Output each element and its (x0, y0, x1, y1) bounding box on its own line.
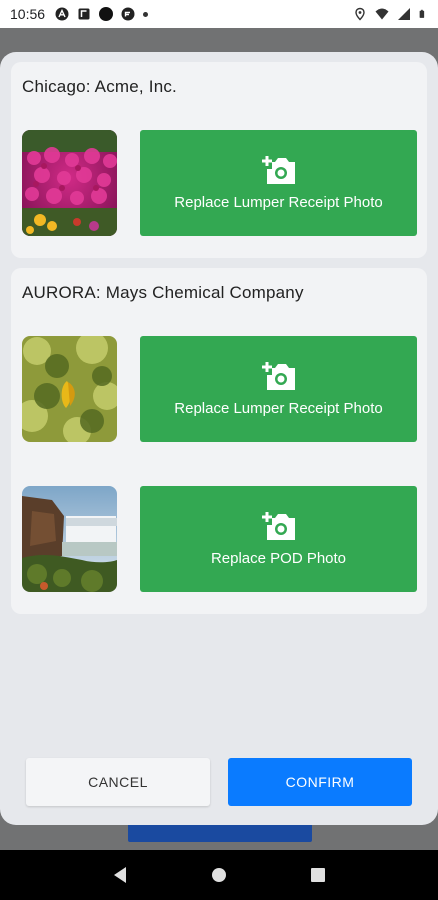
button-label: Replace POD Photo (210, 549, 347, 567)
back-icon[interactable] (112, 866, 128, 884)
cancel-button[interactable]: CANCEL (26, 758, 210, 806)
stop-card-chicago: Chicago: Acme, Inc. Replace Lumper Recei… (11, 62, 427, 258)
location-icon (355, 7, 365, 21)
dot-icon (143, 11, 149, 17)
stop-title: AURORA: Mays Chemical Company (22, 283, 304, 302)
cloud-icon (121, 7, 135, 21)
stop-title: Chicago: Acme, Inc. (22, 77, 177, 96)
circle-icon (99, 7, 114, 21)
add-photo-camera-icon (261, 511, 295, 540)
battery-icon (419, 9, 425, 18)
add-photo-camera-icon (261, 361, 295, 390)
button-label: Replace Lumper Receipt Photo (174, 399, 383, 417)
recents-icon[interactable] (310, 867, 326, 883)
replace-photos-modal: Chicago: Acme, Inc. Replace Lumper Recei… (0, 52, 438, 825)
replace-lumper-receipt-photo-button[interactable]: Replace Lumper Receipt Photo (140, 130, 417, 236)
confirm-button[interactable]: CONFIRM (228, 758, 412, 806)
home-icon[interactable] (211, 867, 227, 883)
box-icon (78, 8, 90, 20)
status-time: 10:56 (10, 6, 46, 22)
signal-icon (398, 8, 410, 20)
stop-card-aurora: AURORA: Mays Chemical Company Replace Lu… (11, 268, 427, 614)
assistant-icon (55, 7, 69, 21)
wifi-icon (375, 8, 389, 20)
status-bar: 10:56 (0, 0, 438, 28)
butterfly-photo-thumbnail[interactable] (22, 336, 117, 442)
button-label: Replace Lumper Receipt Photo (174, 193, 383, 211)
replace-pod-photo-button[interactable]: Replace POD Photo (140, 486, 417, 592)
navigation-bar (0, 850, 438, 900)
replace-lumper-receipt-photo-button[interactable]: Replace Lumper Receipt Photo (140, 336, 417, 442)
flowers-photo-thumbnail[interactable] (22, 130, 117, 236)
waterfall-photo-thumbnail[interactable] (22, 486, 117, 592)
add-photo-camera-icon (261, 155, 295, 184)
